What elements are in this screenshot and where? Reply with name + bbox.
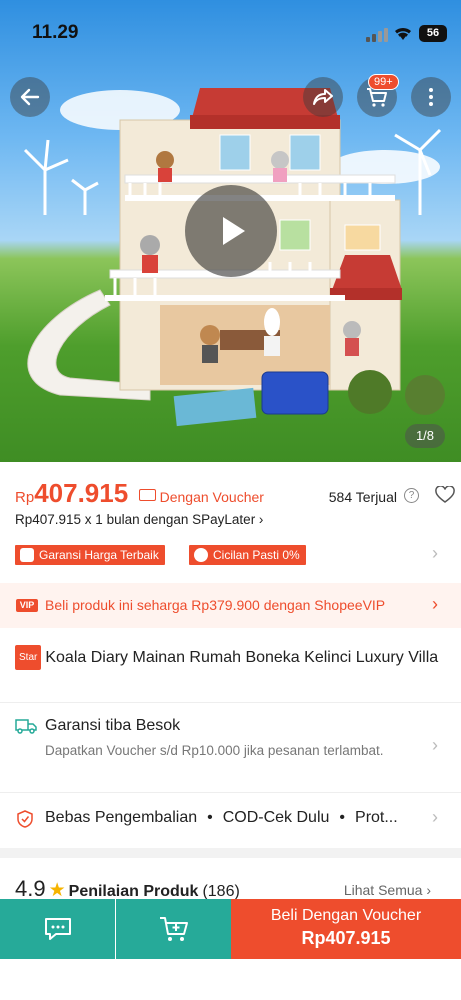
tag-installment: Cicilan Pasti 0% [189,545,306,565]
bottom-action-bar: Beli Dengan Voucher Rp407.915 [0,899,461,959]
share-icon [313,89,333,105]
chevron-right-icon[interactable]: › [432,543,438,564]
battery-icon: 56 [419,25,447,42]
guarantee-protection: Prot... [355,809,398,826]
chevron-right-icon: › [432,735,438,755]
cart-count-badge: 99+ [368,74,399,90]
rating-count: (186) [202,883,240,900]
product-title: Star Koala Diary Mainan Rumah Boneka Keli… [15,645,447,670]
rating-score: 4.9 [15,876,46,901]
chat-button[interactable] [0,899,115,959]
promo-tags[interactable]: Garansi Harga Terbaik Cicilan Pasti 0% [15,545,445,565]
tag-best-price: Garansi Harga Terbaik [15,545,165,565]
signal-icon [366,28,388,42]
buy-price: Rp407.915 [301,928,391,948]
image-counter: 1/8 [405,424,445,448]
voucher-icon [138,489,156,501]
more-vertical-icon [429,88,433,106]
star-icon: ★ [48,880,66,901]
more-options-button[interactable] [411,77,451,117]
divider [0,792,461,793]
truck-icon [15,719,37,734]
price-guarantee-icon [20,548,34,562]
product-image-carousel[interactable]: 11.29 56 99+ 1/8 [0,0,461,462]
voucher-label[interactable]: Dengan Voucher [160,489,264,505]
spaylater-info[interactable]: Rp407.915 x 1 bulan dengan SPayLater › [15,512,263,527]
shopeevip-banner[interactable]: VIP Beli produk ini seharga Rp379.900 de… [0,583,461,628]
chevron-right-icon: › [432,594,438,614]
tag-label: Garansi Harga Terbaik [39,548,159,562]
product-title-text: Koala Diary Mainan Rumah Boneka Kelinci … [45,649,439,666]
tag-label: Cicilan Pasti 0% [213,548,300,562]
arrow-left-icon [20,88,40,106]
status-time: 11.29 [32,22,79,43]
add-to-cart-button[interactable] [116,899,231,959]
guarantee-return: Bebas Pengembalian [45,809,198,826]
price-row: Rp407.915 Dengan Voucher 584 Terjual ? [15,478,455,512]
buy-with-voucher-button[interactable]: Beli Dengan Voucher Rp407.915 [231,899,461,959]
sold-count: 584 Terjual [328,489,397,505]
play-icon [223,217,245,245]
check-circle-icon [194,548,208,562]
divider [0,702,461,703]
guarantee-cod: COD-Cek Dulu [222,809,330,826]
share-button[interactable] [303,77,343,117]
chevron-right-icon: › [432,807,438,827]
help-icon[interactable]: ? [404,488,419,503]
price-currency: Rp [15,489,35,506]
price-amount: 407.915 [34,478,129,508]
status-bar: 11.29 56 [0,0,461,62]
guarantee-list: Bebas Pengembalian • COD-Cek Dulu • Prot... [45,809,398,826]
section-separator [0,848,461,858]
shield-icon [17,810,33,828]
buy-label: Beli Dengan Voucher [270,907,422,924]
shipping-subtitle: Dapatkan Voucher s/d Rp10.000 jika pesan… [45,743,384,758]
vip-text: Beli produk ini seharga Rp379.900 dengan… [45,597,386,613]
shipping-title: Garansi tiba Besok [45,717,181,734]
chat-icon [44,918,71,940]
cart-plus-icon [159,917,188,941]
back-button[interactable] [10,77,50,117]
wifi-icon [395,27,411,40]
see-all-link[interactable]: Lihat Semua › [344,882,431,898]
play-video-button[interactable] [185,185,277,277]
rating-label: Penilaian Produk [68,883,199,900]
heart-icon[interactable] [435,486,455,504]
vip-logo: VIP [16,599,38,612]
star-seller-badge: Star [15,645,42,670]
